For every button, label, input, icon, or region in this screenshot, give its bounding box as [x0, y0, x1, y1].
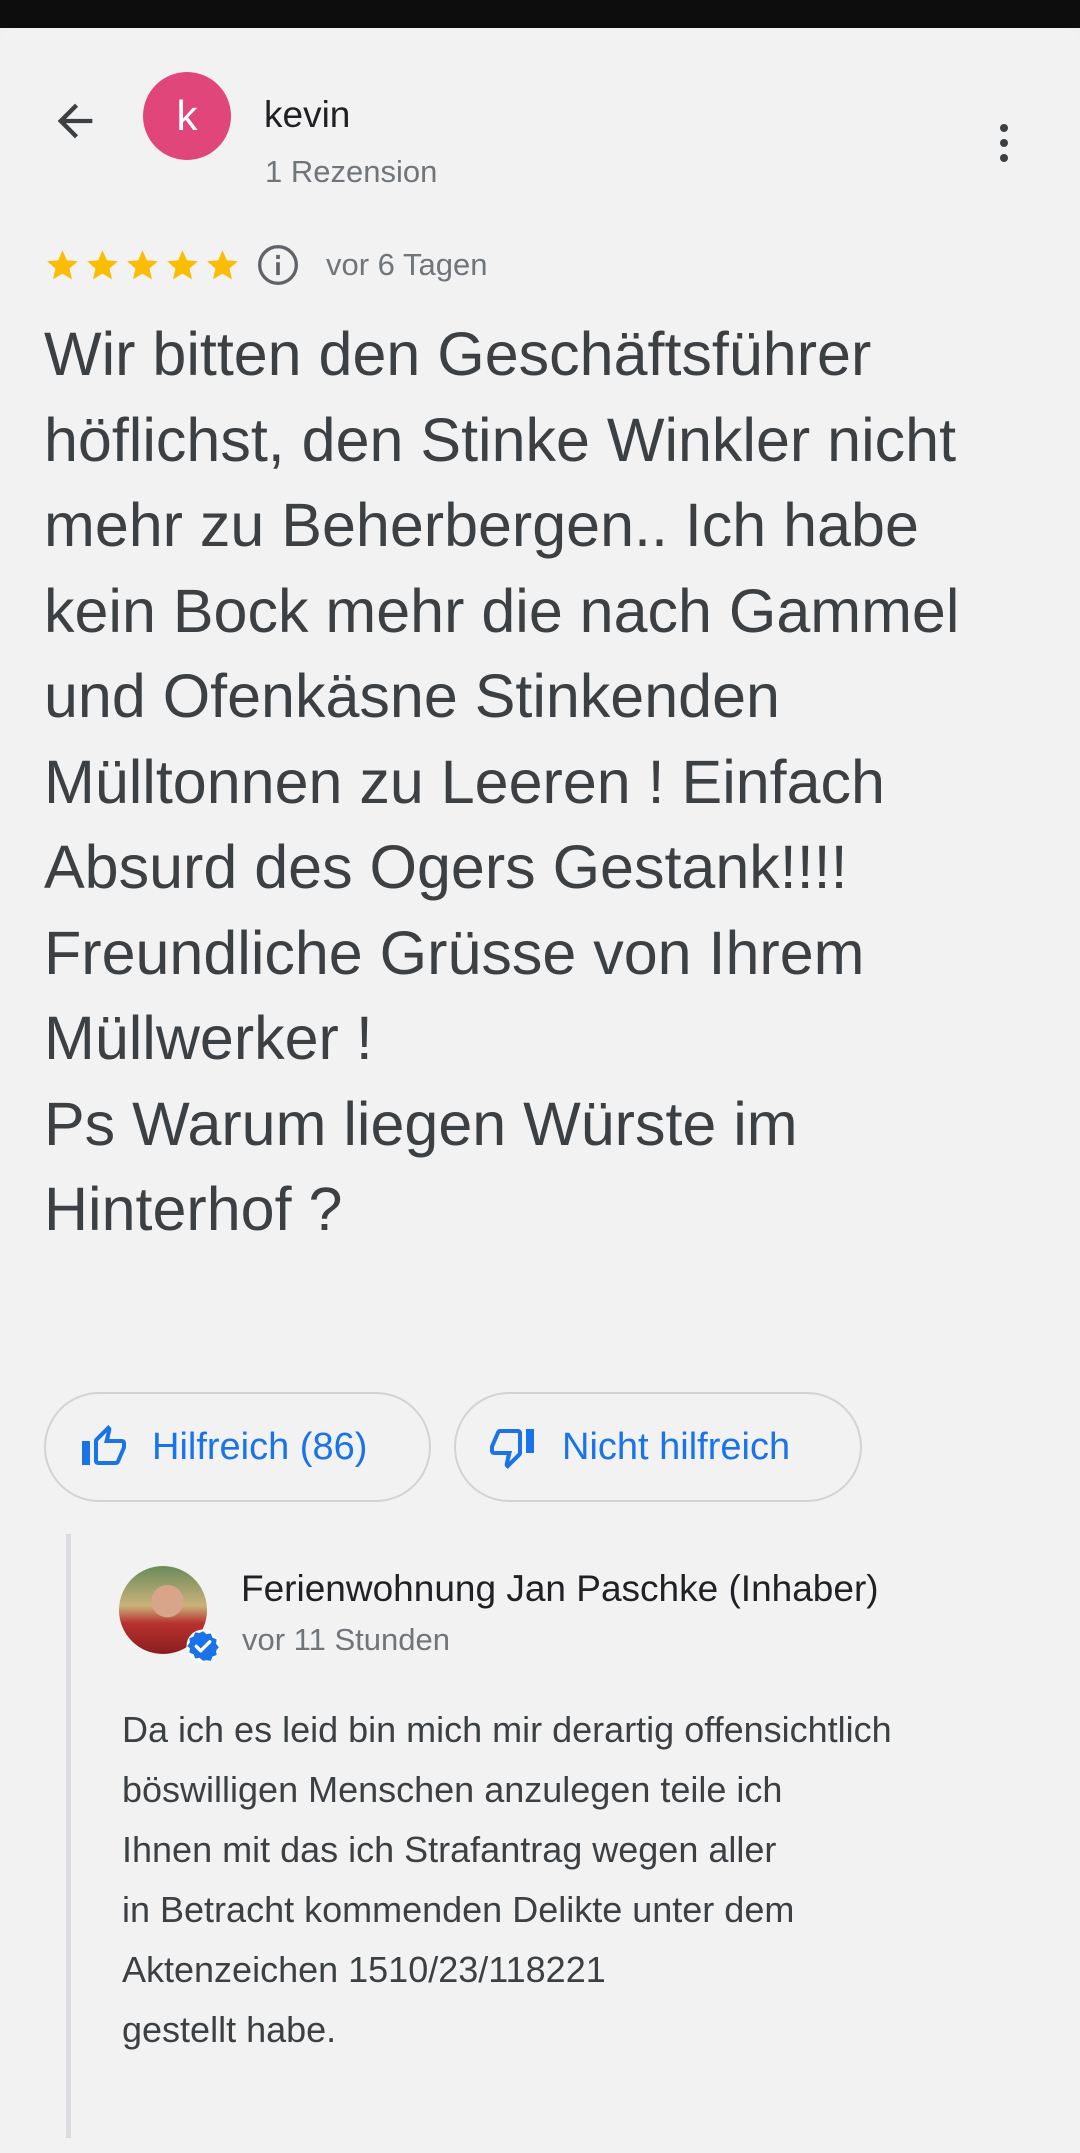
star-icon	[127, 249, 158, 279]
star-icon	[87, 249, 118, 279]
helpful-button[interactable]: Hilfreich (86)	[44, 1392, 431, 1502]
star-rating	[44, 247, 244, 284]
review-text: Wir bitten den Geschäftsführer höflichst…	[44, 320, 960, 1243]
helpful-label: Hilfreich (86)	[152, 1425, 368, 1468]
not-helpful-label: Nicht hilfreich	[562, 1425, 791, 1468]
status-bar	[0, 0, 1080, 28]
not-helpful-button[interactable]: Nicht hilfreich	[454, 1392, 862, 1502]
arrow-left-icon	[57, 103, 93, 139]
star-icon	[167, 249, 198, 279]
more-vert-icon	[1000, 124, 1008, 132]
star-icon	[47, 249, 78, 279]
reviewer-review-count: 1 Rezension	[265, 154, 438, 189]
reviewer-initial: k	[176, 92, 198, 139]
thumbs-down-icon	[490, 1429, 534, 1469]
owner-reply-text: Da ich es leid bin mich mir derartig off…	[122, 1709, 892, 2050]
review-sheet: k kevin 1 Rezension vor 6 Tagen Wir bitt…	[0, 28, 1080, 2153]
thumbs-up-icon	[82, 1425, 126, 1465]
review-date: vor 6 Tagen	[326, 247, 488, 282]
reviewer-name[interactable]: kevin	[264, 94, 350, 136]
owner-reply: Ferienwohnung Jan Paschke (Inhaber) vor …	[66, 1534, 1056, 2138]
owner-name: Ferienwohnung Jan Paschke (Inhaber)	[241, 1568, 879, 1609]
rating-row: vor 6 Tagen	[44, 240, 487, 290]
verified-badge-icon	[186, 1629, 220, 1663]
star-icon	[207, 249, 238, 279]
reviewer-avatar[interactable]: k	[143, 72, 231, 160]
more-options-button[interactable]	[980, 110, 1028, 176]
review-header: k kevin 1 Rezension	[0, 28, 1080, 189]
back-button[interactable]	[42, 88, 108, 154]
info-icon[interactable]	[256, 243, 300, 287]
owner-reply-date: vor 11 Stunden	[242, 1622, 450, 1657]
